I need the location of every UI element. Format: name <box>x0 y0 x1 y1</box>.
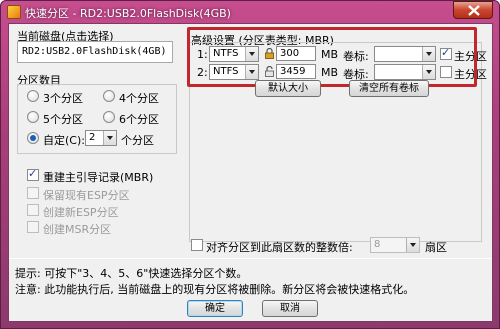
chevron-down-icon <box>406 238 419 252</box>
radio-5-label: 5个分区 <box>43 113 83 126</box>
radio-5-partitions[interactable] <box>27 111 39 123</box>
radio-6-label: 6个分区 <box>119 113 159 126</box>
rebuild-mbr-label: 重建主引导记录(MBR) <box>43 171 154 184</box>
tip-text: 提示: 可按下"3、4、5、6"快速选择分区个数。 <box>15 267 248 280</box>
warning-text: 注意: 此功能执行后, 当前磁盘上的现有分区将被删除。新分区将会被快速格式化。 <box>15 283 415 296</box>
rebuild-mbr-checkbox[interactable] <box>27 167 39 181</box>
custom-suffix: 个分区 <box>121 134 154 147</box>
radio-4-label: 4个分区 <box>119 92 159 105</box>
create-esp-label: 创建新ESP分区 <box>43 206 119 219</box>
custom-count-value: 2 <box>89 132 96 143</box>
custom-label: 自定(C): <box>43 134 85 147</box>
create-msr-label: 创建MSR分区 <box>43 223 112 236</box>
disk-selector[interactable]: RD2:USB2.0FlashDisk(4GB) - <box>17 41 173 63</box>
title-bar[interactable]: 快速分区 - RD2:USB2.0FlashDisk(4GB) <box>1 1 499 23</box>
create-msr-checkbox[interactable] <box>27 221 39 233</box>
align-label: 对齐分区到此扇区数的整数倍: <box>206 241 353 254</box>
radio-6-partitions[interactable] <box>103 111 115 123</box>
create-esp-checkbox[interactable] <box>27 204 39 216</box>
chevron-down-icon <box>103 131 116 145</box>
radio-3-partitions[interactable] <box>27 90 39 102</box>
clear-labels-button[interactable]: 清空所有卷标 <box>349 80 429 97</box>
radio-4-partitions[interactable] <box>103 90 115 102</box>
dialog-window: 快速分区 - RD2:USB2.0FlashDisk(4GB) 当前磁盘(点击选… <box>0 0 500 329</box>
default-size-button[interactable]: 默认大小 <box>255 80 321 97</box>
keep-esp-checkbox[interactable] <box>27 187 39 199</box>
close-icon <box>468 5 480 16</box>
align-unit: 扇区 <box>425 241 447 254</box>
window-title: 快速分区 - RD2:USB2.0FlashDisk(4GB) <box>25 7 231 20</box>
separator <box>9 258 492 259</box>
custom-count-select[interactable]: 2 <box>85 130 117 146</box>
dialog-client: 当前磁盘(点击选择) RD2:USB2.0FlashDisk(4GB) - 分区… <box>8 23 493 322</box>
align-checkbox[interactable] <box>191 239 203 251</box>
ok-button[interactable]: 确定 <box>187 300 243 317</box>
app-icon <box>7 5 21 19</box>
highlight-frame <box>187 27 477 87</box>
align-sectors-value: 8 <box>374 239 381 250</box>
disk-value: RD2:USB2.0FlashDisk(4GB) <box>22 46 167 57</box>
keep-esp-label: 保留现有ESP分区 <box>43 189 130 202</box>
cancel-button[interactable]: 取消 <box>262 300 318 317</box>
radio-custom[interactable] <box>27 132 39 144</box>
close-button[interactable] <box>453 1 493 19</box>
align-sectors-select[interactable]: 8 <box>370 237 420 253</box>
radio-3-label: 3个分区 <box>43 92 83 105</box>
